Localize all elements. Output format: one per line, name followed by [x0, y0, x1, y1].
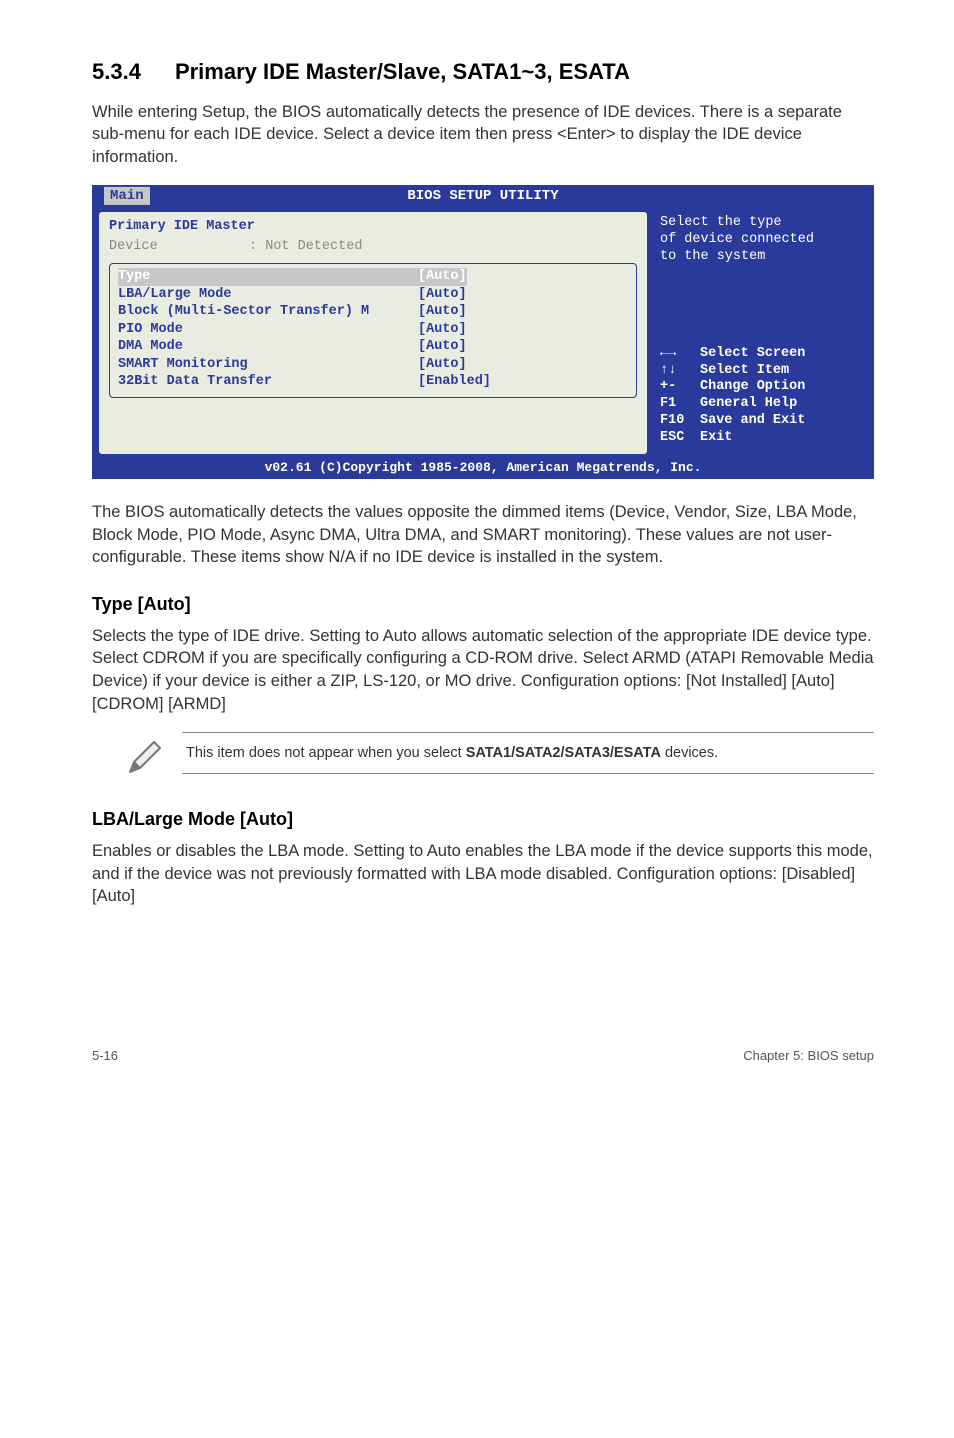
pencil-icon: [124, 732, 164, 785]
page-footer: 5-16 Chapter 5: BIOS setup: [92, 1048, 874, 1065]
bios-left-panel: Primary IDE Master Device : Not Detected…: [98, 211, 648, 455]
bios-setting-value: [Auto]: [418, 303, 467, 321]
bios-screenshot: Main BIOS SETUP UTILITY Primary IDE Mast…: [92, 185, 874, 479]
bios-key-line: F1General Help: [660, 396, 862, 413]
bios-key-line: ESCExit: [660, 430, 862, 447]
bios-key-desc: Select Screen: [700, 346, 805, 363]
intro-paragraph: While entering Setup, the BIOS automatic…: [92, 101, 874, 169]
note-box: This item does not appear when you selec…: [124, 732, 874, 785]
section-number: 5.3.4: [92, 58, 141, 87]
bios-setting-value: [Auto]: [418, 356, 467, 374]
page-number: 5-16: [92, 1048, 118, 1065]
bios-setting-label: Type: [118, 268, 418, 286]
bios-setting-label: LBA/Large Mode: [118, 286, 418, 304]
bios-key-desc: Change Option: [700, 379, 805, 396]
post-bios-paragraph: The BIOS automatically detects the value…: [92, 501, 874, 569]
bios-hint-line: of device connected: [660, 232, 862, 249]
note-text: This item does not appear when you selec…: [182, 732, 874, 774]
type-heading: Type [Auto]: [92, 593, 874, 616]
section-heading: 5.3.4 Primary IDE Master/Slave, SATA1~3, …: [92, 58, 874, 87]
bios-key-line: F10Save and Exit: [660, 413, 862, 430]
bios-hint-line: Select the type: [660, 215, 862, 232]
bios-section-header: Primary IDE Master: [109, 218, 637, 236]
bios-hint: Select the type of device connected to t…: [660, 215, 862, 266]
bios-key-desc: Save and Exit: [700, 413, 805, 430]
bios-setting-row: PIO Mode[Auto]: [118, 321, 628, 339]
bios-key-line: ←→Select Screen: [660, 346, 862, 363]
lba-body: Enables or disables the LBA mode. Settin…: [92, 840, 874, 908]
bios-device-value: : Not Detected: [249, 238, 362, 256]
section-title-text: Primary IDE Master/Slave, SATA1~3, ESATA: [175, 59, 630, 84]
type-body: Selects the type of IDE drive. Setting t…: [92, 625, 874, 716]
bios-device-label: Device: [109, 238, 249, 256]
bios-titlebar: Main BIOS SETUP UTILITY: [92, 185, 874, 207]
bios-keys-help: ←→Select Screen↑↓Select Item+-Change Opt…: [660, 346, 862, 447]
bios-key-symbol: F10: [660, 413, 700, 430]
bios-key-symbol: ESC: [660, 430, 700, 447]
bios-setting-value: [Auto]: [418, 268, 467, 286]
bios-setting-row: DMA Mode[Auto]: [118, 338, 628, 356]
bios-key-symbol: ←→: [660, 346, 700, 363]
bios-key-desc: Select Item: [700, 363, 789, 380]
chapter-label: Chapter 5: BIOS setup: [743, 1048, 874, 1065]
note-suffix: devices.: [661, 745, 718, 761]
bios-setting-label: PIO Mode: [118, 321, 418, 339]
bios-setting-label: Block (Multi-Sector Transfer) M: [118, 303, 418, 321]
bios-settings-box: Type[Auto]LBA/Large Mode[Auto]Block (Mul…: [109, 263, 637, 398]
bios-hint-line: to the system: [660, 249, 862, 266]
bios-setting-row: Block (Multi-Sector Transfer) M[Auto]: [118, 303, 628, 321]
lba-heading: LBA/Large Mode [Auto]: [92, 808, 874, 831]
bios-key-symbol: ↑↓: [660, 363, 700, 380]
bios-setting-value: [Auto]: [418, 321, 467, 339]
bios-right-panel: Select the type of device connected to t…: [652, 207, 872, 459]
bios-body: Primary IDE Master Device : Not Detected…: [92, 207, 874, 459]
bios-key-symbol: +-: [660, 379, 700, 396]
bios-setting-row: 32Bit Data Transfer[Enabled]: [118, 373, 628, 391]
bios-tab-main: Main: [104, 187, 150, 205]
bios-setting-label: SMART Monitoring: [118, 356, 418, 374]
bios-key-line: ↑↓Select Item: [660, 363, 862, 380]
bios-device-row: Device : Not Detected: [109, 238, 637, 256]
note-prefix: This item does not appear when you selec…: [186, 745, 466, 761]
note-bold: SATA1/SATA2/SATA3/ESATA: [466, 745, 661, 761]
bios-setting-label: DMA Mode: [118, 338, 418, 356]
bios-key-desc: General Help: [700, 396, 797, 413]
bios-key-line: +-Change Option: [660, 379, 862, 396]
bios-setting-value: [Enabled]: [418, 373, 491, 391]
bios-setting-row: SMART Monitoring[Auto]: [118, 356, 628, 374]
bios-copyright: v02.61 (C)Copyright 1985-2008, American …: [92, 459, 874, 479]
bios-setting-value: [Auto]: [418, 338, 467, 356]
bios-key-symbol: F1: [660, 396, 700, 413]
bios-setting-value: [Auto]: [418, 286, 467, 304]
bios-key-desc: Exit: [700, 430, 732, 447]
bios-setting-row: Type[Auto]: [118, 268, 628, 286]
bios-setting-label: 32Bit Data Transfer: [118, 373, 418, 391]
bios-titlebar-text: BIOS SETUP UTILITY: [407, 188, 558, 204]
bios-setting-row: LBA/Large Mode[Auto]: [118, 286, 628, 304]
